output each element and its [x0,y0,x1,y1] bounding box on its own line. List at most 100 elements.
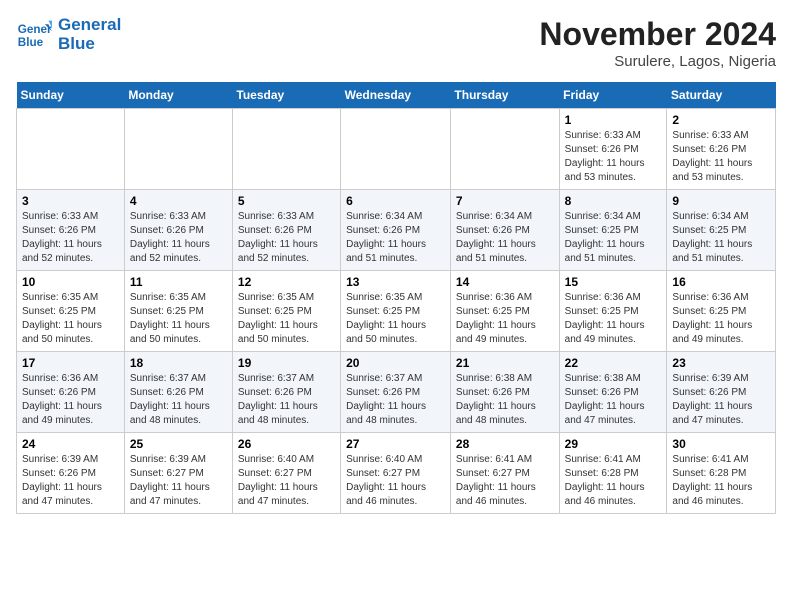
calendar-cell: 6 Sunrise: 6:34 AM Sunset: 6:26 PM Daylig… [341,190,451,271]
weekday-header-wednesday: Wednesday [341,82,451,109]
day-info: Sunrise: 6:33 AM Sunset: 6:26 PM Dayligh… [130,210,227,266]
day-number: 27 [346,437,445,451]
day-info: Sunrise: 6:41 AM Sunset: 6:28 PM Dayligh… [672,453,770,509]
day-info: Sunrise: 6:39 AM Sunset: 6:26 PM Dayligh… [672,372,770,428]
day-info: Sunrise: 6:35 AM Sunset: 6:25 PM Dayligh… [22,291,119,347]
calendar-cell: 16 Sunrise: 6:36 AM Sunset: 6:25 PM Dayli… [667,271,776,352]
day-number: 18 [130,356,227,370]
calendar-cell: 1 Sunrise: 6:33 AM Sunset: 6:26 PM Daylig… [559,109,667,190]
day-number: 22 [565,356,662,370]
logo-blue: Blue [58,34,95,53]
week-row-3: 10Sunrise: 6:35 AM Sunset: 6:25 PM Dayli… [17,271,776,352]
calendar-cell: 17 Sunrise: 6:36 AM Sunset: 6:26 PM Dayli… [17,352,125,433]
calendar-table: SundayMondayTuesdayWednesdayThursdayFrid… [16,82,776,514]
day-info: Sunrise: 6:33 AM Sunset: 6:26 PM Dayligh… [565,129,662,185]
day-info: Sunrise: 6:34 AM Sunset: 6:26 PM Dayligh… [456,210,554,266]
day-info: Sunrise: 6:41 AM Sunset: 6:28 PM Dayligh… [565,453,662,509]
calendar-cell: 15 Sunrise: 6:36 AM Sunset: 6:25 PM Dayli… [559,271,667,352]
calendar-cell: 8 Sunrise: 6:34 AM Sunset: 6:25 PM Daylig… [559,190,667,271]
title-block: November 2024 Surulere, Lagos, Nigeria [539,16,776,70]
day-number: 9 [672,194,770,208]
weekday-header-monday: Monday [124,82,232,109]
day-info: Sunrise: 6:36 AM Sunset: 6:25 PM Dayligh… [565,291,662,347]
day-number: 11 [130,275,227,289]
calendar-cell: 7 Sunrise: 6:34 AM Sunset: 6:26 PM Daylig… [450,190,559,271]
day-info: Sunrise: 6:40 AM Sunset: 6:27 PM Dayligh… [346,453,445,509]
calendar-cell: 5 Sunrise: 6:33 AM Sunset: 6:26 PM Daylig… [232,190,340,271]
day-info: Sunrise: 6:35 AM Sunset: 6:25 PM Dayligh… [346,291,445,347]
day-number: 24 [22,437,119,451]
weekday-header-saturday: Saturday [667,82,776,109]
day-info: Sunrise: 6:36 AM Sunset: 6:25 PM Dayligh… [456,291,554,347]
weekday-header-row: SundayMondayTuesdayWednesdayThursdayFrid… [17,82,776,109]
page-header: General Blue General Blue November 2024 … [16,16,776,70]
day-info: Sunrise: 6:38 AM Sunset: 6:26 PM Dayligh… [565,372,662,428]
calendar-cell: 3 Sunrise: 6:33 AM Sunset: 6:26 PM Daylig… [17,190,125,271]
day-number: 15 [565,275,662,289]
day-info: Sunrise: 6:33 AM Sunset: 6:26 PM Dayligh… [238,210,335,266]
day-number: 19 [238,356,335,370]
weekday-header-tuesday: Tuesday [232,82,340,109]
day-info: Sunrise: 6:39 AM Sunset: 6:27 PM Dayligh… [130,453,227,509]
day-info: Sunrise: 6:36 AM Sunset: 6:26 PM Dayligh… [22,372,119,428]
logo-icon: General Blue [16,17,52,53]
day-number: 16 [672,275,770,289]
month-title: November 2024 [539,16,776,53]
day-info: Sunrise: 6:36 AM Sunset: 6:25 PM Dayligh… [672,291,770,347]
day-number: 14 [456,275,554,289]
calendar-cell: 30Sunrise: 6:41 AM Sunset: 6:28 PM Dayli… [667,433,776,514]
week-row-2: 3 Sunrise: 6:33 AM Sunset: 6:26 PM Daylig… [17,190,776,271]
calendar-cell: 13Sunrise: 6:35 AM Sunset: 6:25 PM Dayli… [341,271,451,352]
calendar-cell: 12 Sunrise: 6:35 AM Sunset: 6:25 PM Dayli… [232,271,340,352]
day-number: 7 [456,194,554,208]
day-info: Sunrise: 6:33 AM Sunset: 6:26 PM Dayligh… [672,129,770,185]
weekday-header-thursday: Thursday [450,82,559,109]
calendar-cell: 10Sunrise: 6:35 AM Sunset: 6:25 PM Dayli… [17,271,125,352]
day-number: 8 [565,194,662,208]
weekday-header-sunday: Sunday [17,82,125,109]
calendar-cell: 28Sunrise: 6:41 AM Sunset: 6:27 PM Dayli… [450,433,559,514]
day-info: Sunrise: 6:35 AM Sunset: 6:25 PM Dayligh… [238,291,335,347]
calendar-cell: 19 Sunrise: 6:37 AM Sunset: 6:26 PM Dayli… [232,352,340,433]
day-number: 29 [565,437,662,451]
calendar-cell: 21 Sunrise: 6:38 AM Sunset: 6:26 PM Dayli… [450,352,559,433]
calendar-cell: 23 Sunrise: 6:39 AM Sunset: 6:26 PM Dayli… [667,352,776,433]
calendar-cell [232,109,340,190]
calendar-cell: 9 Sunrise: 6:34 AM Sunset: 6:25 PM Daylig… [667,190,776,271]
calendar-cell: 29 Sunrise: 6:41 AM Sunset: 6:28 PM Dayli… [559,433,667,514]
day-number: 6 [346,194,445,208]
day-info: Sunrise: 6:38 AM Sunset: 6:26 PM Dayligh… [456,372,554,428]
calendar-cell: 18 Sunrise: 6:37 AM Sunset: 6:26 PM Dayli… [124,352,232,433]
day-number: 25 [130,437,227,451]
day-info: Sunrise: 6:37 AM Sunset: 6:26 PM Dayligh… [130,372,227,428]
day-info: Sunrise: 6:34 AM Sunset: 6:25 PM Dayligh… [672,210,770,266]
calendar-cell: 11 Sunrise: 6:35 AM Sunset: 6:25 PM Dayli… [124,271,232,352]
calendar-cell: 2Sunrise: 6:33 AM Sunset: 6:26 PM Daylig… [667,109,776,190]
logo-general: General [58,15,121,34]
day-info: Sunrise: 6:35 AM Sunset: 6:25 PM Dayligh… [130,291,227,347]
calendar-cell: 14 Sunrise: 6:36 AM Sunset: 6:25 PM Dayli… [450,271,559,352]
calendar-cell [450,109,559,190]
weekday-header-friday: Friday [559,82,667,109]
day-number: 21 [456,356,554,370]
calendar-cell: 26Sunrise: 6:40 AM Sunset: 6:27 PM Dayli… [232,433,340,514]
day-number: 1 [565,113,662,127]
logo: General Blue General Blue [16,16,121,53]
day-number: 23 [672,356,770,370]
day-info: Sunrise: 6:34 AM Sunset: 6:25 PM Dayligh… [565,210,662,266]
day-number: 20 [346,356,445,370]
calendar-cell [124,109,232,190]
day-number: 12 [238,275,335,289]
day-info: Sunrise: 6:33 AM Sunset: 6:26 PM Dayligh… [22,210,119,266]
calendar-cell: 4 Sunrise: 6:33 AM Sunset: 6:26 PM Daylig… [124,190,232,271]
day-number: 5 [238,194,335,208]
calendar-cell: 20Sunrise: 6:37 AM Sunset: 6:26 PM Dayli… [341,352,451,433]
day-number: 28 [456,437,554,451]
day-number: 3 [22,194,119,208]
svg-text:Blue: Blue [18,35,44,48]
day-info: Sunrise: 6:37 AM Sunset: 6:26 PM Dayligh… [238,372,335,428]
calendar-cell: 24Sunrise: 6:39 AM Sunset: 6:26 PM Dayli… [17,433,125,514]
day-info: Sunrise: 6:34 AM Sunset: 6:26 PM Dayligh… [346,210,445,266]
day-number: 4 [130,194,227,208]
day-number: 17 [22,356,119,370]
